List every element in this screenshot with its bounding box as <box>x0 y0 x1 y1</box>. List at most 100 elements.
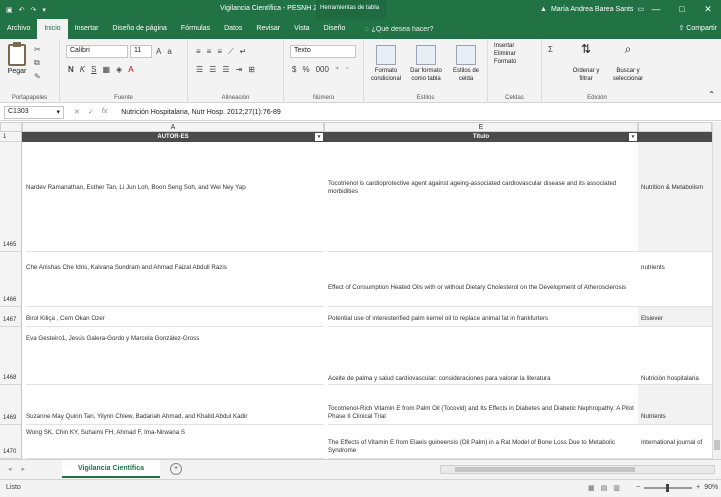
row-header[interactable]: 1465 <box>0 142 22 252</box>
format-as-table-button[interactable]: Dar formato como tabla <box>406 45 446 83</box>
close-button[interactable]: ✕ <box>695 0 721 19</box>
tab-insertar[interactable]: Insertar <box>68 19 106 39</box>
cut-icon[interactable]: ✂ <box>34 45 41 54</box>
undo-icon[interactable]: ↶ <box>19 6 25 14</box>
tab-inicio[interactable]: Inicio <box>37 19 68 39</box>
row-header[interactable]: 1470 <box>0 425 22 459</box>
comma-icon[interactable]: 000 <box>316 65 329 74</box>
horizontal-scroll-thumb[interactable] <box>455 467 635 472</box>
redo-icon[interactable]: ↷ <box>31 6 37 14</box>
save-icon[interactable]: ▣ <box>6 6 13 14</box>
tab-archivo[interactable]: Archivo <box>0 19 37 39</box>
autosum-icon[interactable]: Σ <box>548 45 553 54</box>
cell-journal[interactable]: International journal of <box>638 425 712 459</box>
conditional-format-button[interactable]: Formato condicional <box>368 45 404 83</box>
tab-diseno[interactable]: Diseño <box>317 19 353 39</box>
indent-icon[interactable]: ⇥ <box>236 65 243 74</box>
zoom-level[interactable]: 90% <box>704 484 718 491</box>
currency-icon[interactable]: $ <box>292 65 296 74</box>
tab-revisar[interactable]: Revisar <box>249 19 287 39</box>
italic-icon[interactable]: K <box>80 65 85 74</box>
fill-color-icon[interactable]: ◈ <box>116 65 122 74</box>
font-grow-icon[interactable]: A <box>156 47 161 56</box>
column-header-next[interactable] <box>638 122 712 132</box>
cell-title[interactable]: Potential use of interesterified palm ke… <box>328 307 638 327</box>
sheet-tab-vigilancia[interactable]: Vigilancia Científica <box>62 460 160 478</box>
align-right-icon[interactable]: ☰ <box>222 65 229 74</box>
cell-journal[interactable]: Elsiever <box>638 307 712 327</box>
row-header[interactable]: 1468 <box>0 327 22 385</box>
row-header[interactable]: 1469 <box>0 385 22 425</box>
font-color-icon[interactable]: A <box>128 65 133 74</box>
cell-author[interactable]: Eva Gesteiro1, Jesús Galera-Gordo y Marc… <box>26 327 324 385</box>
copy-icon[interactable]: ⧉ <box>34 58 41 68</box>
share-button[interactable]: ⇪ Compartir <box>678 19 717 39</box>
vertical-scroll-thumb[interactable] <box>714 440 720 450</box>
cell-title[interactable]: The Effects of Vitamin E from Elaeis gui… <box>328 425 638 459</box>
zoom-out-icon[interactable]: − <box>636 484 640 491</box>
paste-button[interactable]: Pegar <box>3 42 31 75</box>
align-left-icon[interactable]: ☰ <box>196 65 203 74</box>
sheet-prev-icon[interactable]: ◂ <box>8 465 12 473</box>
maximize-button[interactable]: □ <box>669 0 695 19</box>
filter-dropdown-icon[interactable]: ▾ <box>629 133 637 141</box>
normal-view-icon[interactable]: ▦ <box>588 484 595 492</box>
font-shrink-icon[interactable]: a <box>167 47 171 56</box>
font-size-select[interactable]: 11 <box>130 45 152 58</box>
cell-author[interactable]: Wong SK, Chin KY, Suhaimi FH, Ahmad F, I… <box>26 425 324 459</box>
fx-icon[interactable]: fx <box>102 108 107 116</box>
tell-me-box[interactable]: ◌ ¿Qué desea hacer? <box>352 26 433 33</box>
tab-diseno-pagina[interactable]: Diseño de página <box>105 19 174 39</box>
bold-icon[interactable]: N <box>68 65 74 74</box>
cell-journal[interactable]: Nutrients <box>638 385 712 425</box>
column-header-e[interactable]: E <box>324 122 638 132</box>
cell-author[interactable]: Che Anishas Che Idris, Kalvana Sundram a… <box>26 252 324 307</box>
vertical-scrollbar[interactable] <box>712 122 721 459</box>
orientation-icon[interactable]: ⟋ <box>228 47 234 57</box>
row-header-1[interactable]: 1 <box>0 132 22 142</box>
font-name-select[interactable]: Calibri <box>66 45 128 58</box>
cell-title[interactable]: Tocotrienol-Rich Vitamin E from Palm Oil… <box>328 385 638 425</box>
number-format-select[interactable]: Texto <box>290 45 356 58</box>
format-painter-icon[interactable]: ✎ <box>34 72 41 81</box>
cell-journal[interactable]: nutrients <box>638 252 712 307</box>
customize-qat-icon[interactable]: ▾ <box>42 6 46 14</box>
cell-author[interactable]: Suzanne May Quinn Tan, Yilynn Chiew, Bad… <box>26 385 324 425</box>
cell-journal[interactable]: Nutrition & Metabolism <box>638 142 712 252</box>
formula-input[interactable]: Nutrición Hospitalaria, Nutr Hosp. 2012;… <box>117 109 721 116</box>
delete-cells-button[interactable]: Eliminar <box>494 51 516 57</box>
column-header-a[interactable]: A <box>22 122 324 132</box>
borders-icon[interactable]: ▦ <box>102 65 110 74</box>
tab-vista[interactable]: Vista <box>287 19 316 39</box>
collapse-ribbon-icon[interactable]: ⌃ <box>708 90 715 99</box>
cell-author[interactable]: Birol Kiliça , Cem Okan Ozer <box>26 307 324 327</box>
cell-title[interactable]: Tocotrienol is cardioprotective agent ag… <box>328 142 638 252</box>
sheet-next-icon[interactable]: ▸ <box>22 465 26 473</box>
insert-cells-button[interactable]: Insertar <box>494 43 516 49</box>
align-bottom-icon[interactable]: ≡ <box>217 47 222 57</box>
sort-filter-button[interactable]: ⇅ Ordenar y filtrar <box>568 43 604 83</box>
underline-icon[interactable]: S <box>91 65 96 74</box>
decrease-decimal-icon[interactable]: ⁻ <box>345 65 349 74</box>
find-select-button[interactable]: ⌕ Buscar y seleccionar <box>608 43 648 83</box>
increase-decimal-icon[interactable]: ⁺ <box>335 65 339 74</box>
page-layout-icon[interactable]: ▤ <box>601 484 608 492</box>
align-middle-icon[interactable]: ≡ <box>207 47 212 57</box>
format-cells-button[interactable]: Formato <box>494 59 516 65</box>
cell-styles-button[interactable]: Estilos de celda <box>448 45 484 83</box>
wrap-text-icon[interactable]: ↵ <box>240 47 247 57</box>
percent-icon[interactable]: % <box>302 65 309 74</box>
zoom-slider[interactable] <box>644 483 693 492</box>
page-break-icon[interactable]: ▥ <box>613 484 620 492</box>
user-account[interactable]: ▲ María Andrea Barea Sants ▭ <box>540 5 644 14</box>
filter-dropdown-icon[interactable]: ▾ <box>315 133 323 141</box>
row-header[interactable]: 1466 <box>0 252 22 307</box>
horizontal-scrollbar[interactable] <box>440 465 715 474</box>
cell-title[interactable]: Aceite de palma y salud cardiovascular: … <box>328 327 638 385</box>
merge-center-icon[interactable]: ⊞ <box>248 65 255 74</box>
cancel-icon[interactable]: ✕ <box>74 108 80 116</box>
add-sheet-button[interactable]: + <box>170 463 182 475</box>
tab-datos[interactable]: Datos <box>217 19 249 39</box>
select-all-corner[interactable] <box>0 122 22 132</box>
align-top-icon[interactable]: ≡ <box>196 47 201 57</box>
